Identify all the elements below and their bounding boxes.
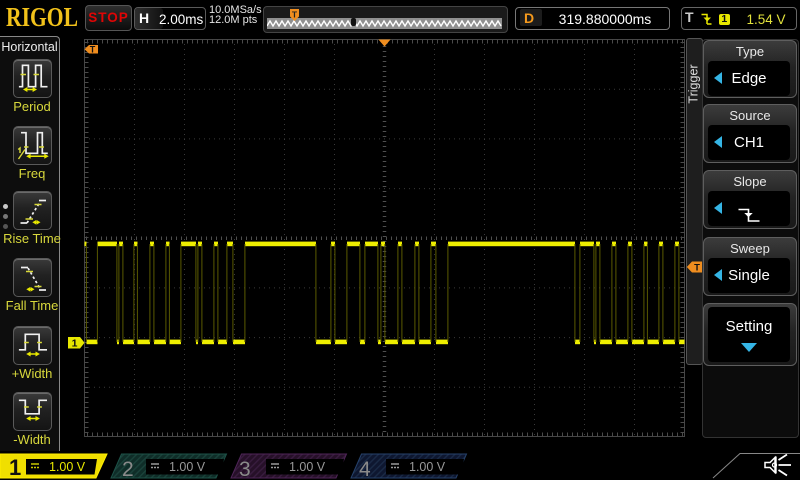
svg-text:T: T (694, 263, 700, 274)
svg-text:1: 1 (9, 455, 21, 480)
svg-text:1.00 V: 1.00 V (409, 460, 446, 474)
svg-text:1.00 V: 1.00 V (49, 460, 86, 474)
svg-text:1: 1 (72, 338, 78, 350)
svg-text:1.00 V: 1.00 V (289, 460, 326, 474)
svg-text:1.00 V: 1.00 V (169, 460, 206, 474)
svg-text:T: T (90, 45, 96, 55)
svg-text:4: 4 (359, 458, 371, 480)
svg-text:3: 3 (239, 458, 251, 480)
svg-text:Trigger: Trigger (687, 64, 701, 103)
svg-text:2: 2 (122, 458, 134, 480)
